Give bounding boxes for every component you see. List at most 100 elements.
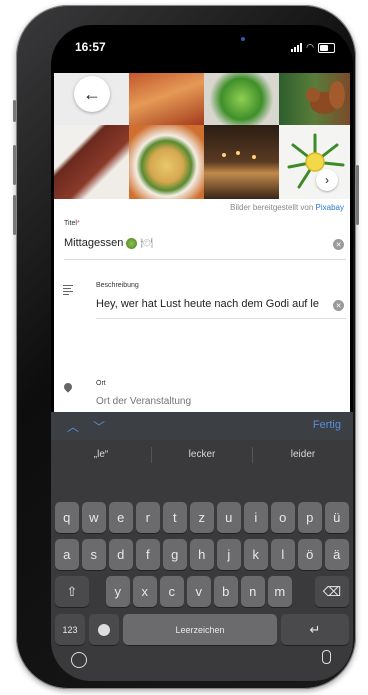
suggestion-2[interactable]: lecker	[152, 440, 252, 470]
key-z[interactable]: z	[190, 502, 214, 533]
return-key[interactable]: ↵	[281, 614, 349, 645]
key-q[interactable]: q	[55, 502, 79, 533]
keyboard-bottom-bar	[51, 644, 353, 681]
key-t[interactable]: t	[163, 502, 187, 533]
location-label: Ort	[96, 380, 106, 387]
globe-icon[interactable]	[71, 652, 87, 668]
numbers-key[interactable]: 123	[55, 614, 85, 645]
key-c[interactable]: c	[160, 576, 184, 607]
backspace-icon: ⌫	[322, 583, 342, 599]
suggestion-3[interactable]: leider	[253, 440, 353, 470]
key-p[interactable]: p	[298, 502, 322, 533]
description-field[interactable]: Hey, wer hat Lust heute nach dem Godi au…	[96, 298, 324, 310]
chevron-down-icon[interactable]: ﹀	[93, 418, 105, 435]
key-j[interactable]: j	[217, 539, 241, 570]
phone-frame: 16:57 ◠ ← › Bilder bereitgestellt von Pi…	[13, 5, 359, 689]
arrow-left-icon: ←	[83, 83, 101, 104]
chevron-up-icon[interactable]: ︿	[67, 418, 79, 435]
title-label-text: Titel	[64, 220, 77, 227]
photo-lemon-plate[interactable]	[279, 125, 350, 199]
done-button[interactable]: Fertig	[313, 419, 341, 431]
side-button	[13, 100, 16, 122]
photo-grilled-meat[interactable]	[129, 73, 204, 125]
event-form-screen: ← › Bilder bereitgestellt von Pixabay Ti…	[54, 73, 350, 435]
shift-key[interactable]: ⇧	[55, 576, 89, 607]
title-field[interactable]: Mittagessen 🍽	[64, 237, 153, 249]
key-o[interactable]: o	[271, 502, 295, 533]
power-button	[356, 165, 359, 225]
notch	[136, 25, 268, 55]
key-k[interactable]: k	[244, 539, 268, 570]
credit-text: Bilder bereitgestellt von	[230, 203, 314, 212]
description-underline	[96, 318, 346, 319]
key-h[interactable]: h	[190, 539, 214, 570]
phone-screen: 16:57 ◠ ← › Bilder bereitgestellt von Pi…	[51, 25, 353, 681]
pixabay-link[interactable]: Pixabay	[316, 203, 344, 212]
backspace-key[interactable]: ⌫	[315, 576, 349, 607]
photo-salad[interactable]	[204, 73, 279, 125]
required-marker: *	[76, 220, 80, 227]
clear-description-icon[interactable]: ✕	[333, 300, 344, 311]
title-value-text: Mittagessen	[64, 237, 124, 249]
status-time: 16:57	[75, 40, 106, 54]
location-input[interactable]	[96, 396, 296, 407]
photo-squirrel[interactable]	[279, 73, 350, 125]
keyboard: ︿ ﹀ Fertig „le“ lecker leider qwertzuiop…	[51, 412, 353, 681]
photo-pasta[interactable]	[129, 125, 204, 199]
keyboard-toolbar: ︿ ﹀ Fertig	[51, 412, 353, 440]
emoji-icon	[98, 623, 110, 636]
photo-dinner-table[interactable]	[204, 125, 279, 199]
description-label: Beschreibung	[96, 282, 139, 289]
key-f[interactable]: f	[136, 539, 160, 570]
key-v[interactable]: v	[187, 576, 211, 607]
camera-dot	[241, 37, 245, 41]
key-r[interactable]: r	[136, 502, 160, 533]
squirrel-shape	[306, 81, 345, 114]
suggestion-1[interactable]: „le“	[51, 440, 151, 470]
key-d[interactable]: d	[109, 539, 133, 570]
candles-shape	[222, 151, 256, 159]
key-b[interactable]: b	[214, 576, 238, 607]
space-key[interactable]: Leerzeichen	[123, 614, 277, 645]
return-icon: ↵	[309, 621, 321, 637]
key-a[interactable]: a	[55, 539, 79, 570]
key-x[interactable]: x	[133, 576, 157, 607]
back-button[interactable]: ←	[74, 76, 110, 112]
location-pin-icon	[62, 381, 74, 393]
cutlery-emoji-icon: 🍽	[140, 237, 154, 249]
key-g[interactable]: g	[163, 539, 187, 570]
key-n[interactable]: n	[241, 576, 265, 607]
wifi-icon: ◠	[306, 42, 314, 52]
emoji-key[interactable]	[89, 614, 119, 645]
status-bar: 16:57 ◠	[51, 25, 353, 73]
clear-title-icon[interactable]: ✕	[333, 239, 344, 250]
chevron-right-icon: ›	[325, 173, 329, 187]
title-label: Titel*	[64, 220, 80, 227]
next-photos-button[interactable]: ›	[316, 169, 338, 191]
shift-icon: ⇧	[66, 583, 78, 599]
signal-icon	[291, 43, 303, 52]
battery-icon	[318, 42, 335, 53]
key-s[interactable]: s	[82, 539, 106, 570]
photo-credit: Bilder bereitgestellt von Pixabay	[230, 203, 344, 212]
key-ö[interactable]: ö	[298, 539, 322, 570]
key-u[interactable]: u	[217, 502, 241, 533]
microphone-icon[interactable]	[322, 650, 331, 664]
key-i[interactable]: i	[244, 502, 268, 533]
key-y[interactable]: y	[106, 576, 130, 607]
volume-up-button	[13, 145, 16, 185]
key-w[interactable]: w	[82, 502, 106, 533]
lemon-plate-shape	[287, 133, 345, 189]
title-underline	[64, 259, 346, 260]
description-icon	[63, 285, 73, 297]
salad-emoji-icon	[126, 237, 138, 249]
key-ä[interactable]: ä	[325, 539, 349, 570]
key-e[interactable]: e	[109, 502, 133, 533]
volume-down-button	[13, 195, 16, 235]
status-icons: ◠	[291, 42, 335, 53]
key-m[interactable]: m	[268, 576, 292, 607]
photo-steak[interactable]	[54, 125, 129, 199]
suggestion-bar: „le“ lecker leider	[51, 440, 353, 470]
key-l[interactable]: l	[271, 539, 295, 570]
key-ü[interactable]: ü	[325, 502, 349, 533]
